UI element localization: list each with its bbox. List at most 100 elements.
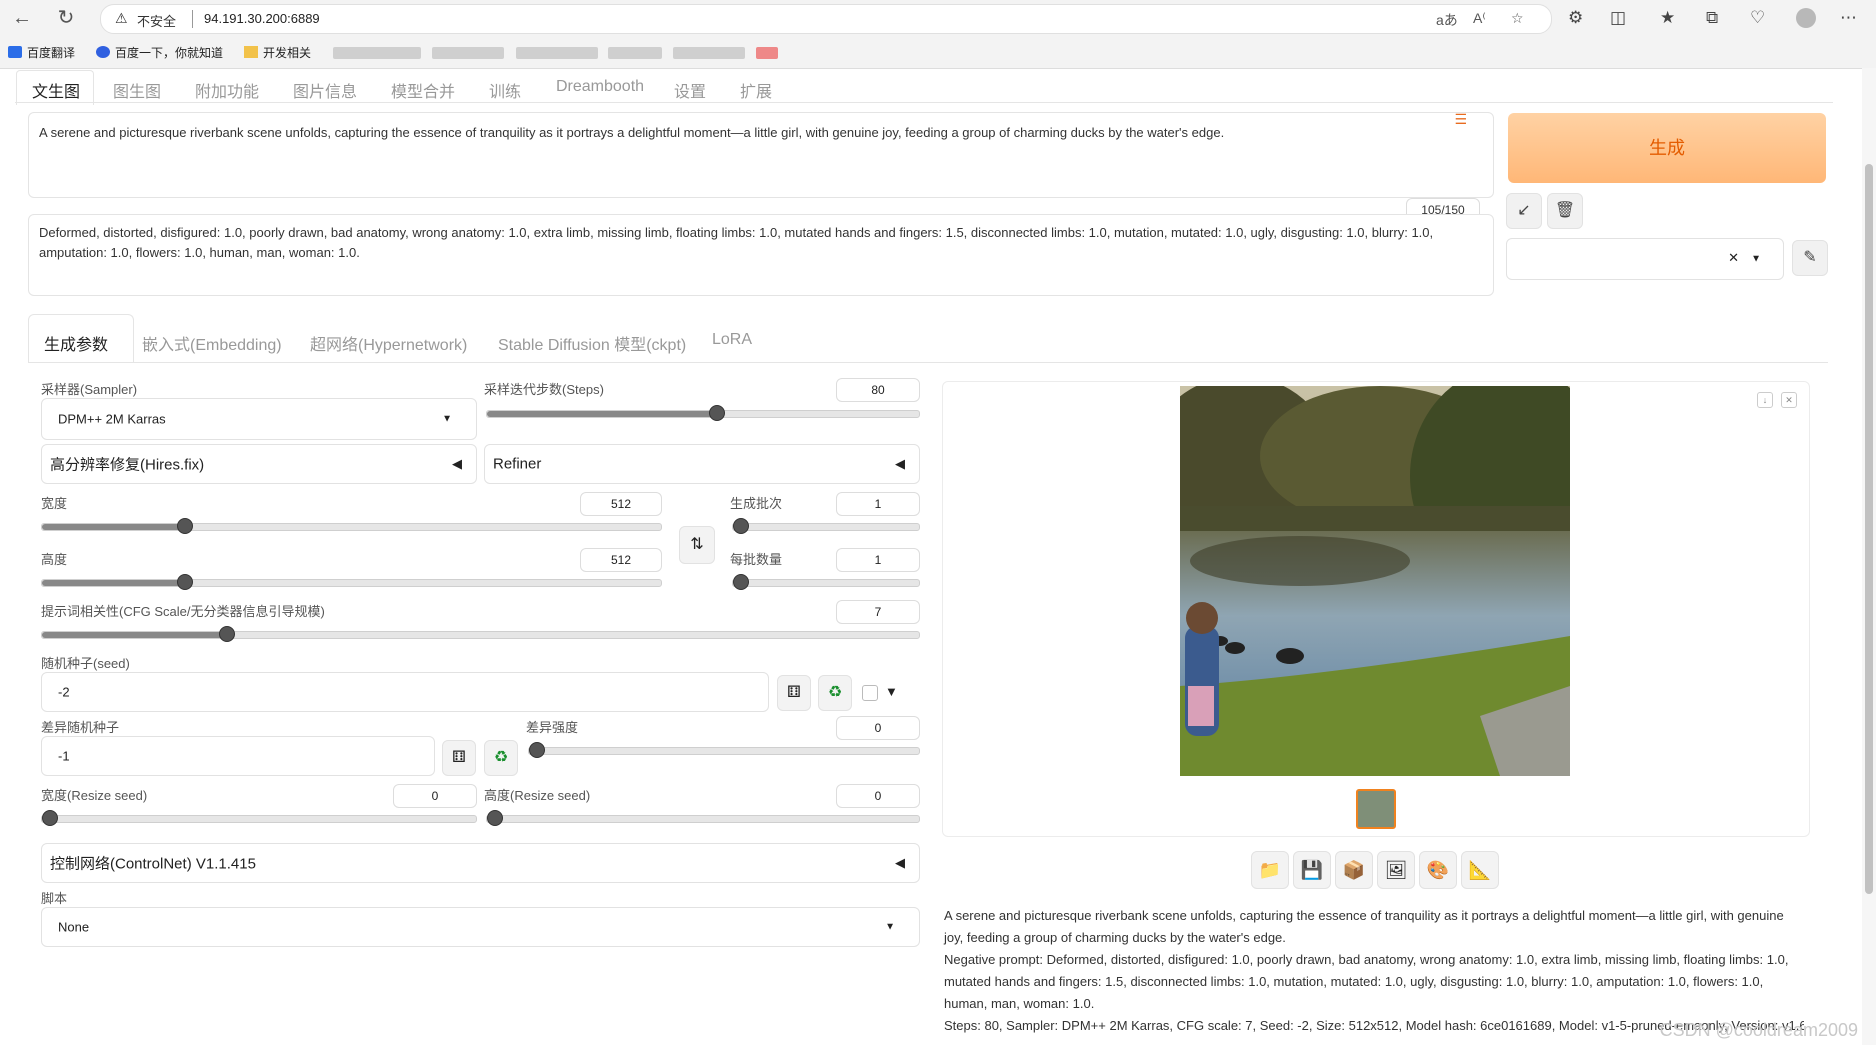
url-text[interactable]: 94.191.30.200:6889 <box>204 11 320 26</box>
send-to-img2img-icon[interactable]: 🖼 <box>1377 851 1415 889</box>
blurred-bookmark[interactable] <box>673 47 745 59</box>
paint-brush-icon[interactable]: ☰ <box>1454 111 1467 128</box>
controlnet-accordion[interactable]: 控制网络(ControlNet) V1.1.415 ◀ <box>41 843 920 883</box>
extensions-icon[interactable]: ⚙ <box>1568 8 1583 28</box>
chevron-down-icon[interactable]: ▼ <box>1751 254 1761 265</box>
subtab-hypernetwork[interactable]: 超网络(Hypernetwork) <box>310 331 467 355</box>
bookmark-baidu-translate[interactable]: 百度翻译 <box>8 44 75 61</box>
steps-input[interactable]: 80 <box>836 378 920 402</box>
sampler-dropdown[interactable]: DPM++ 2M Karras ▼ <box>41 398 477 440</box>
tab-settings[interactable]: 设置 <box>674 78 706 102</box>
read-params-icon[interactable]: ↙ <box>1506 193 1542 229</box>
edit-pencil-icon[interactable]: ✎ <box>1792 240 1828 276</box>
download-icon[interactable]: ↓ <box>1757 392 1773 408</box>
subtab-checkpoints[interactable]: Stable Diffusion 模型(ckpt) <box>498 331 686 355</box>
batch-count-input[interactable]: 1 <box>836 492 920 516</box>
script-label: 脚本 <box>41 891 68 906</box>
recycle-icon[interactable]: ♻ <box>484 740 518 776</box>
clear-icon[interactable]: ✕ <box>1728 250 1739 266</box>
refresh-icon[interactable]: ↻ <box>52 6 80 30</box>
open-folder-icon[interactable]: 📁 <box>1251 851 1289 889</box>
favorites-icon[interactable]: ★ <box>1660 8 1675 28</box>
address-bar[interactable]: ⚠ 不安全 94.191.30.200:6889 aあ A⁽ ☆ <box>100 4 1552 34</box>
back-icon[interactable]: ← <box>8 6 36 30</box>
bookmark-folder-dev[interactable]: 开发相关 <box>244 44 311 61</box>
subtab-lora[interactable]: LoRA <box>712 331 752 349</box>
tab-dreambooth[interactable]: Dreambooth <box>556 78 644 96</box>
negative-prompt-input[interactable]: Deformed, distorted, disfigured: 1.0, po… <box>28 214 1494 296</box>
tab-img2img[interactable]: 图生图 <box>113 78 161 102</box>
generation-info-prompt: A serene and picturesque riverbank scene… <box>944 908 1784 945</box>
variation-strength-label: 差异强度 <box>526 720 579 735</box>
blurred-bookmark[interactable] <box>756 47 778 59</box>
expand-triangle-icon[interactable]: ▼ <box>885 684 898 699</box>
send-to-extras-icon[interactable]: 📐 <box>1461 851 1499 889</box>
variation-seed-label: 差异随机种子 <box>41 720 120 735</box>
styles-dropdown[interactable]: ✕ ▼ <box>1506 238 1784 280</box>
positive-prompt-input[interactable]: A serene and picturesque riverbank scene… <box>28 111 1494 198</box>
refiner-accordion[interactable]: Refiner ◀ <box>484 444 920 484</box>
height-label: 高度 <box>41 552 68 567</box>
extra-seed-checkbox[interactable] <box>862 685 878 701</box>
tab-train[interactable]: 训练 <box>489 78 521 102</box>
resize-width-slider[interactable] <box>41 810 477 826</box>
cfg-slider[interactable] <box>41 626 920 642</box>
steps-slider[interactable] <box>486 405 920 421</box>
zip-archive-icon[interactable]: 📦 <box>1335 851 1373 889</box>
swap-dimensions-icon[interactable]: ⇅ <box>679 526 715 564</box>
tab-extensions[interactable]: 扩展 <box>740 78 772 102</box>
collapse-arrow-icon: ◀ <box>895 855 905 870</box>
cfg-label: 提示词相关性(CFG Scale/无分类器信息引导规模) <box>41 604 325 619</box>
page-scrollbar[interactable] <box>1862 68 1876 1045</box>
profile-avatar[interactable] <box>1796 8 1816 28</box>
translate-icon[interactable]: aあ <box>1436 10 1458 30</box>
tab-extras[interactable]: 附加功能 <box>195 78 259 102</box>
send-to-inpaint-icon[interactable]: 🎨 <box>1419 851 1457 889</box>
hires-fix-accordion[interactable]: 高分辨率修复(Hires.fix) ◀ <box>41 444 477 484</box>
batch-size-slider[interactable] <box>732 574 920 590</box>
seed-input[interactable]: -2 <box>41 672 769 712</box>
resize-width-input[interactable]: 0 <box>393 784 477 808</box>
resize-height-input[interactable]: 0 <box>836 784 920 808</box>
width-input[interactable]: 512 <box>580 492 662 516</box>
collapse-arrow-icon: ◀ <box>452 456 462 471</box>
read-aloud-icon[interactable]: A⁽ <box>1473 10 1486 27</box>
tab-checkpoint-merger[interactable]: 模型合并 <box>391 78 455 102</box>
save-icon[interactable]: 💾 <box>1293 851 1331 889</box>
width-label: 宽度 <box>41 496 68 511</box>
favorite-star-icon[interactable]: ☆ <box>1511 10 1524 27</box>
width-slider[interactable] <box>41 518 662 534</box>
blurred-bookmark[interactable] <box>333 47 421 59</box>
close-icon[interactable]: ✕ <box>1781 392 1797 408</box>
generate-button[interactable]: 生成 <box>1508 113 1826 183</box>
tab-png-info[interactable]: 图片信息 <box>293 78 357 102</box>
cfg-input[interactable]: 7 <box>836 600 920 624</box>
variation-seed-input[interactable]: -1 <box>41 736 435 776</box>
blurred-bookmark[interactable] <box>432 47 504 59</box>
trash-icon[interactable]: 🗑 <box>1547 193 1583 229</box>
subtab-embedding[interactable]: 嵌入式(Embedding) <box>142 331 282 355</box>
resize-height-slider[interactable] <box>486 810 920 826</box>
batch-count-slider[interactable] <box>732 518 920 534</box>
tab-txt2img[interactable]: 文生图 <box>32 78 80 102</box>
script-dropdown[interactable]: None ▼ <box>41 907 920 947</box>
collections-icon[interactable]: ⧉ <box>1706 8 1718 28</box>
blurred-bookmark[interactable] <box>516 47 598 59</box>
variation-strength-input[interactable]: 0 <box>836 716 920 740</box>
variation-strength-slider[interactable] <box>528 742 920 758</box>
batch-size-input[interactable]: 1 <box>836 548 920 572</box>
recycle-icon[interactable]: ♻ <box>818 675 852 711</box>
steps-label: 采样迭代步数(Steps) <box>484 382 604 397</box>
generated-image[interactable] <box>1180 386 1570 776</box>
browser-essentials-icon[interactable]: ♡ <box>1750 8 1765 28</box>
height-input[interactable]: 512 <box>580 548 662 572</box>
gallery-thumbnail[interactable] <box>1356 789 1396 829</box>
blurred-bookmark[interactable] <box>608 47 662 59</box>
subtab-generation[interactable]: 生成参数 <box>44 331 108 355</box>
split-screen-icon[interactable]: ◫ <box>1610 8 1626 28</box>
random-dice-icon[interactable]: ⚅ <box>777 675 811 711</box>
bookmark-baidu[interactable]: 百度一下，你就知道 <box>96 44 223 61</box>
random-dice-icon[interactable]: ⚅ <box>442 740 476 776</box>
more-menu-icon[interactable]: ⋯ <box>1840 8 1857 28</box>
height-slider[interactable] <box>41 574 662 590</box>
